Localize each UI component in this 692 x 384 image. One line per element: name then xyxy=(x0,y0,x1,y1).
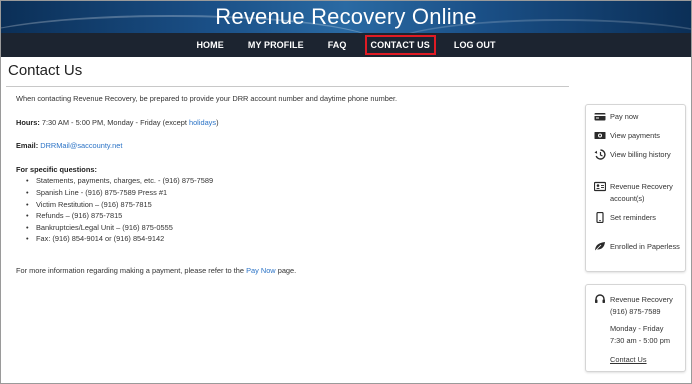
contact-us-link[interactable]: Contact Us xyxy=(610,355,647,364)
list-item: Bankruptcies/Legal Unit – (916) 875-0555 xyxy=(26,222,571,234)
list-item: Spanish Line - (916) 875-7589 Press #1 xyxy=(26,187,571,199)
contact-days: Monday - Friday xyxy=(610,324,664,333)
contact-phone: (916) 875-7589 xyxy=(610,306,661,316)
contact-name: Revenue Recovery xyxy=(610,295,673,304)
site-title: Revenue Recovery Online xyxy=(215,4,477,29)
credit-card-icon xyxy=(594,113,606,121)
more-info-prefix: For more information regarding making a … xyxy=(16,265,244,275)
more-info-suffix: page. xyxy=(277,265,297,275)
sidebar-item-label: Pay now xyxy=(610,112,639,121)
contact-phone-block: Revenue Recovery (916) 875-7589 xyxy=(610,294,684,317)
main-content: When contacting Revenue Recovery, be pre… xyxy=(16,93,571,277)
pay-now-link[interactable]: Pay Now xyxy=(246,266,276,275)
questions-heading: For specific questions: xyxy=(16,164,571,176)
headset-icon xyxy=(595,294,605,303)
title-divider xyxy=(6,86,569,87)
nav-faq[interactable]: FAQ xyxy=(322,35,353,55)
id-card-icon xyxy=(594,181,606,192)
contact-info-card: Revenue Recovery (916) 875-7589 Monday -… xyxy=(585,284,686,372)
list-item: Fax: (916) 854-9014 or (916) 854-9142 xyxy=(26,233,571,245)
questions-list: Statements, payments, charges, etc. - (9… xyxy=(26,175,571,245)
header-banner: Revenue Recovery Online xyxy=(1,1,691,33)
contact-hours: 7:30 am - 5:00 pm xyxy=(610,335,670,345)
leaf-icon xyxy=(594,242,605,252)
contact-hours-block: Monday - Friday 7:30 am - 5:00 pm xyxy=(610,323,684,346)
nav-log-out[interactable]: LOG OUT xyxy=(448,35,502,55)
phone-icon xyxy=(596,212,604,223)
hours-label: Hours: xyxy=(16,117,40,127)
hours-text: 7:30 AM - 5:00 PM, Monday - Friday (exce… xyxy=(41,117,187,127)
page-title: Contact Us xyxy=(8,62,83,79)
holidays-link[interactable]: holidays xyxy=(189,118,216,127)
sidebar-item-label: Set reminders xyxy=(610,213,657,222)
top-nav: HOME MY PROFILE FAQ CONTACT US LOG OUT xyxy=(1,33,691,57)
more-info-line: For more information regarding making a … xyxy=(16,265,571,277)
history-icon xyxy=(594,149,606,160)
nav-my-profile[interactable]: MY PROFILE xyxy=(242,35,310,55)
quick-links-card: Pay now View payments View billing histo… xyxy=(585,104,686,272)
email-label: Email: xyxy=(16,141,39,151)
questions-label: For specific questions: xyxy=(16,164,97,174)
hours-line: Hours: 7:30 AM - 5:00 PM, Monday - Frida… xyxy=(16,117,571,129)
list-item: Refunds – (916) 875-7815 xyxy=(26,210,571,222)
sidebar-item-label: View billing history xyxy=(610,150,671,159)
hours-close: ) xyxy=(216,117,219,127)
email-link[interactable]: DRRMail@saccounty.net xyxy=(40,141,122,150)
list-item: Statements, payments, charges, etc. - (9… xyxy=(26,175,571,187)
intro-text: When contacting Revenue Recovery, be pre… xyxy=(16,94,398,103)
email-line: Email: DRRMail@saccounty.net xyxy=(16,140,571,152)
list-item: Victim Restitution – (916) 875-7815 xyxy=(26,199,571,211)
nav-home[interactable]: HOME xyxy=(190,35,229,55)
sidebar-item-label: Enrolled in Paperless xyxy=(610,242,680,251)
cash-icon xyxy=(594,132,606,139)
sidebar-item-label: Revenue Recovery account(s) xyxy=(610,182,673,203)
nav-contact-us[interactable]: CONTACT US xyxy=(364,35,436,55)
sidebar-item-label: View payments xyxy=(610,131,660,140)
